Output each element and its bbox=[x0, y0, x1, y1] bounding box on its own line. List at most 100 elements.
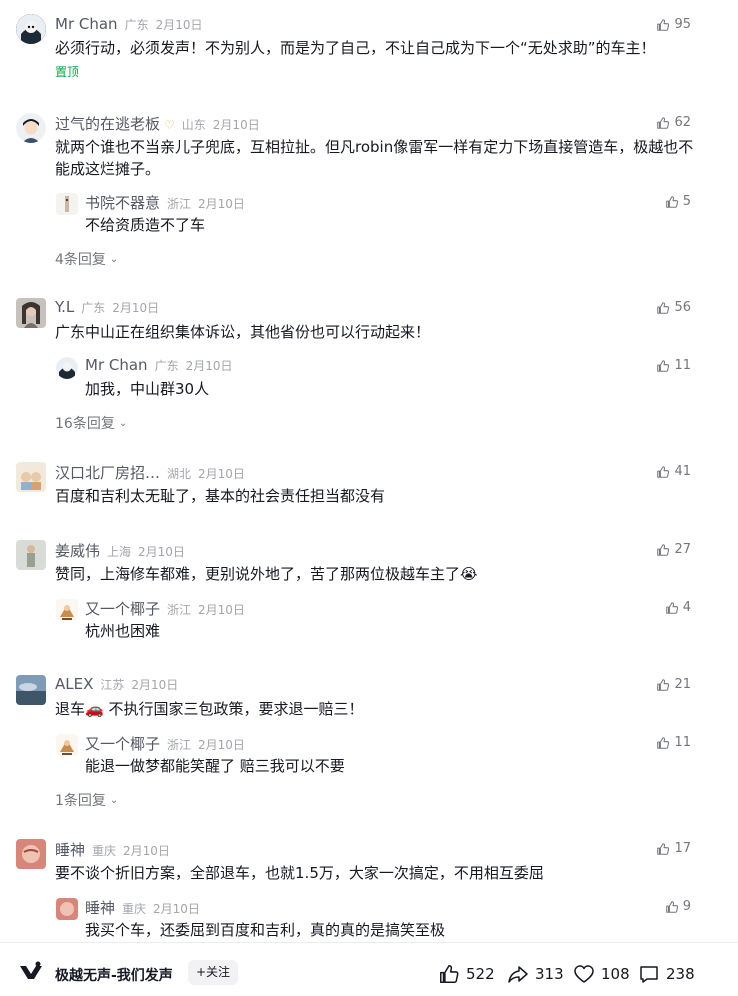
thumb-up-icon bbox=[657, 543, 670, 556]
like-count: 95 bbox=[674, 17, 691, 32]
comment-date: 2月10日 bbox=[112, 301, 160, 315]
like-button[interactable]: 9 bbox=[665, 899, 691, 914]
reply-author[interactable]: Mr Chan bbox=[85, 356, 148, 374]
thumb-up-icon bbox=[665, 900, 678, 913]
avatar[interactable] bbox=[16, 113, 46, 143]
like-count: 9 bbox=[682, 899, 691, 914]
heart-icon bbox=[574, 965, 594, 983]
chevron-down-icon: ⌄ bbox=[109, 794, 119, 806]
like-button[interactable]: 27 bbox=[656, 542, 691, 557]
comment-date: 2月10日 bbox=[138, 545, 185, 559]
reply-text: 加我，中山群30人 bbox=[85, 380, 210, 398]
comment-author[interactable]: ALEX bbox=[55, 675, 93, 693]
share-count: 313 bbox=[535, 965, 564, 983]
comment-location: 山东 bbox=[181, 118, 206, 132]
thumb-up-icon bbox=[439, 964, 459, 984]
comment-location: 江苏 bbox=[100, 678, 125, 692]
comment-author[interactable]: 睡神 bbox=[55, 839, 85, 860]
avatar[interactable] bbox=[16, 839, 46, 869]
like-button[interactable]: 95 bbox=[656, 17, 691, 32]
comment-author[interactable]: 过气的在逃老板 bbox=[55, 113, 160, 134]
thumb-up-icon bbox=[657, 116, 670, 129]
avatar[interactable] bbox=[56, 357, 78, 379]
comment-text: 必须行动，必须发声！不为别人，而是为了自己，不让自己成为下一个“无处求助”的车主… bbox=[55, 39, 656, 57]
avatar[interactable] bbox=[56, 734, 78, 756]
reply-header: 睡神 重庆 2月10日 bbox=[85, 897, 200, 918]
avatar[interactable] bbox=[16, 540, 46, 570]
like-button[interactable]: 11 bbox=[656, 358, 691, 373]
expand-replies-button[interactable]: 4条回复 ⌄ bbox=[55, 249, 118, 269]
reply-location: 重庆 bbox=[122, 902, 147, 916]
like-button[interactable]: 41 bbox=[656, 464, 691, 479]
reply-location: 浙江 bbox=[167, 738, 192, 752]
like-button[interactable]: 17 bbox=[656, 841, 691, 856]
reply-date: 2月10日 bbox=[153, 902, 200, 916]
comment-icon bbox=[640, 966, 658, 983]
expand-replies-label: 16条回复 bbox=[55, 416, 115, 432]
thumb-up-icon bbox=[657, 359, 670, 372]
like-count: 11 bbox=[674, 358, 691, 373]
like-count: 11 bbox=[674, 735, 691, 750]
reply-location: 广东 bbox=[154, 359, 179, 373]
like-count: 41 bbox=[674, 464, 691, 479]
thumb-up-icon bbox=[657, 678, 670, 691]
like-button[interactable]: 62 bbox=[656, 115, 691, 130]
comment-author[interactable]: 姜威伟 bbox=[55, 540, 100, 561]
like-count: 27 bbox=[674, 542, 691, 557]
app-logo-icon[interactable] bbox=[18, 960, 44, 982]
reply-location: 浙江 bbox=[167, 197, 192, 211]
thumb-up-icon bbox=[657, 842, 670, 855]
avatar[interactable] bbox=[56, 599, 78, 621]
favorite-count: 108 bbox=[601, 965, 630, 983]
comment-location: 上海 bbox=[107, 545, 132, 559]
expand-replies-label: 1条回复 bbox=[55, 793, 106, 809]
comment-location: 广东 bbox=[81, 301, 106, 315]
reply-author[interactable]: 又一个椰子 bbox=[85, 733, 160, 754]
avatar[interactable] bbox=[16, 14, 46, 44]
like-total: 522 bbox=[466, 965, 495, 983]
comment-button[interactable]: 238 bbox=[638, 963, 695, 985]
like-post-button[interactable]: 522 bbox=[438, 963, 495, 985]
share-button[interactable]: 313 bbox=[507, 963, 564, 985]
comment-author[interactable]: Y.L bbox=[55, 298, 74, 316]
reply-author[interactable]: 书院不器意 bbox=[85, 192, 160, 213]
comment-date: 2月10日 bbox=[155, 18, 203, 32]
comment-text: 就两个谁也不当亲儿子兜底，互相拉扯。但凡robin像雷军一样有定力下场直接管造车… bbox=[55, 138, 694, 178]
comment-count: 238 bbox=[666, 965, 695, 983]
expand-replies-button[interactable]: 16条回复 ⌄ bbox=[55, 413, 127, 433]
avatar[interactable] bbox=[16, 675, 46, 705]
comment-text: 退车🚗 不执行国家三包政策，要求退一赔三！ bbox=[55, 700, 364, 718]
avatar[interactable] bbox=[56, 898, 78, 920]
comment-location: 广东 bbox=[124, 18, 149, 32]
chevron-down-icon: ⌄ bbox=[109, 253, 119, 265]
comment-author[interactable]: 汉口北厂房招… bbox=[55, 462, 160, 483]
expand-replies-button[interactable]: 1条回复 ⌄ bbox=[55, 790, 118, 810]
comment-header: 汉口北厂房招… 湖北 2月10日 bbox=[55, 462, 245, 483]
like-button[interactable]: 11 bbox=[656, 735, 691, 750]
avatar[interactable] bbox=[56, 193, 78, 215]
comment-date: 2月10日 bbox=[123, 844, 170, 858]
like-count: 4 bbox=[682, 600, 691, 615]
like-button[interactable]: 56 bbox=[656, 300, 691, 315]
like-count: 21 bbox=[674, 677, 691, 692]
avatar[interactable] bbox=[16, 298, 46, 328]
avatar[interactable] bbox=[16, 462, 46, 492]
reply-author[interactable]: 睡神 bbox=[85, 897, 115, 918]
account-name[interactable]: 极越无声-我们发声 bbox=[55, 965, 173, 985]
comment-text: 赞同，上海修车都难，更别说外地了，苦了那两位极越车主了😭 bbox=[55, 565, 478, 583]
like-button[interactable]: 5 bbox=[665, 194, 691, 209]
follow-button[interactable]: +关注 bbox=[188, 960, 239, 985]
like-count: 5 bbox=[682, 194, 691, 209]
bottom-action-bar: 极越无声-我们发声 +关注 522 313 108 238 bbox=[0, 942, 738, 996]
comment-header: Y.L 广东 2月10日 bbox=[55, 298, 159, 316]
reply-author[interactable]: 又一个椰子 bbox=[85, 598, 160, 619]
like-count: 62 bbox=[674, 115, 691, 130]
comment-author[interactable]: Mr Chan bbox=[55, 15, 118, 33]
like-button[interactable]: 21 bbox=[656, 677, 691, 692]
share-icon bbox=[508, 966, 528, 983]
comment-location: 湖北 bbox=[167, 467, 192, 481]
reply-date: 2月10日 bbox=[198, 603, 245, 617]
thumb-up-icon bbox=[657, 18, 670, 31]
favorite-button[interactable]: 108 bbox=[573, 963, 630, 985]
like-button[interactable]: 4 bbox=[665, 600, 691, 615]
